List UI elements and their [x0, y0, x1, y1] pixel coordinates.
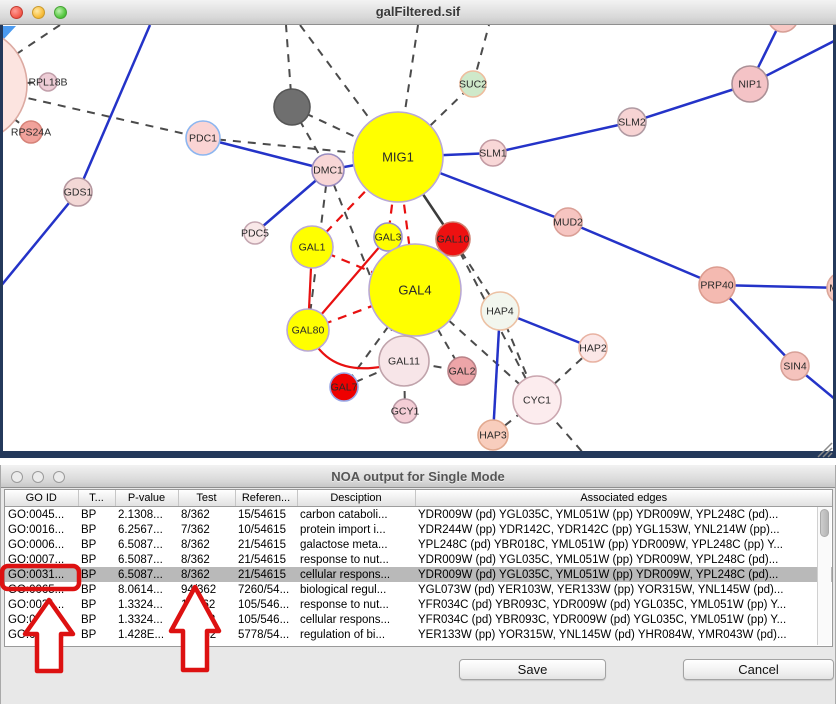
network-edge[interactable] — [568, 222, 717, 285]
node-label-RPL18B: RPL18B — [28, 77, 67, 89]
network-window-titlebar[interactable]: galFiltered.sif — [0, 0, 836, 25]
table-row[interactable]: GO:0045...BP2.1308...8/36215/54615carbon… — [5, 507, 832, 523]
node-label-HAP2: HAP2 — [579, 343, 607, 355]
node-label-GAL11: GAL11 — [388, 356, 420, 368]
table-row[interactable]: GO:0007...BP6.5087...8/36221/54615respon… — [5, 552, 832, 567]
node-label-SLM2: SLM2 — [618, 117, 646, 129]
edge-fragment — [3, 26, 16, 40]
network-edge[interactable] — [203, 138, 328, 170]
resize-grip[interactable] — [814, 441, 834, 459]
column-header-5[interactable]: Desciption — [297, 490, 415, 507]
network-node-GRAY[interactable] — [274, 89, 310, 125]
save-button[interactable]: Save — [459, 659, 606, 680]
node-label-GAL10: GAL10 — [437, 234, 470, 246]
node-label-SUC2: SUC2 — [459, 79, 487, 91]
table-row[interactable]: GO:0031...BP1.3324...11/362105/546...res… — [5, 597, 832, 612]
cancel-button[interactable]: Cancel — [683, 659, 834, 680]
network-edge[interactable] — [78, 25, 150, 192]
node-label-SLM1: SLM1 — [479, 148, 507, 160]
node-label-GAL1: GAL1 — [299, 242, 326, 254]
node-label-PRP40: PRP40 — [700, 280, 733, 292]
network-node-TOPNODE[interactable] — [768, 25, 798, 32]
column-header-4[interactable]: Referen... — [235, 490, 297, 507]
network-edge[interactable] — [3, 192, 78, 287]
table-row[interactable]: GO:0031...BP6.5087...8/36221/54615cellul… — [5, 567, 832, 582]
table-row[interactable]: GO:0016...BP6.2567...7/36210/54615protei… — [5, 522, 832, 537]
node-label-GAL3: GAL3 — [375, 232, 402, 244]
node-label-GAL4: GAL4 — [398, 283, 431, 298]
network-edge[interactable] — [493, 122, 632, 153]
node-label-GDS1: GDS1 — [64, 187, 93, 199]
node-label-PDC1: PDC1 — [189, 133, 217, 145]
node-label-GAL7: GAL7 — [331, 382, 358, 394]
column-header-1[interactable]: T... — [78, 490, 115, 507]
scrollbar-thumb[interactable] — [820, 509, 829, 537]
node-label-CYC1: CYC1 — [523, 395, 551, 407]
go-results-table: GO IDT...P-valueTestReferen...Desciption… — [4, 489, 833, 647]
network-graph[interactable]: RPL18B RPS24A GDS1 PDC1 MIG1 DMC1 SUC2 SLM1 SLM2… — [3, 25, 833, 451]
table-row[interactable]: GO:0050...BP1.428E...80/3625778/54...reg… — [5, 627, 832, 642]
noa-window-title: NOA output for Single Mode — [1, 469, 835, 484]
node-label-GAL80: GAL80 — [292, 325, 325, 337]
table-header-row[interactable]: GO IDT...P-valueTestReferen...Desciption… — [5, 490, 832, 507]
node-label-RPS24A: RPS24A — [11, 127, 51, 139]
network-window: galFiltered.sif RPL18B RPS24A GDS1 PDC1 MIG1… — [0, 0, 836, 465]
node-label-MUD2: MUD2 — [553, 217, 583, 229]
network-canvas[interactable]: RPL18B RPS24A GDS1 PDC1 MIG1 DMC1 SUC2 SLM1 SLM2… — [0, 25, 836, 458]
go-table: GO IDT...P-valueTestReferen...Desciption… — [5, 490, 832, 642]
table-row[interactable]: GO:0031...BP1.3324...11/362105/546...cel… — [5, 612, 832, 627]
noa-output-window: NOA output for Single Mode GO IDT...P-va… — [0, 465, 836, 704]
column-header-0[interactable]: GO ID — [5, 490, 78, 507]
node-label-PDC5: PDC5 — [241, 228, 269, 240]
node-label-DMC1: DMC1 — [313, 165, 343, 177]
table-scrollbar[interactable] — [817, 507, 831, 645]
column-header-3[interactable]: Test — [178, 490, 235, 507]
node-label-HAP4: HAP4 — [486, 306, 514, 318]
table-row[interactable]: GO:0065...BP8.0614...94/3627260/54...bio… — [5, 582, 832, 597]
node-label-MSL5: MSL5 — [829, 283, 833, 295]
noa-window-titlebar[interactable]: NOA output for Single Mode — [1, 465, 835, 488]
node-label-SIN4: SIN4 — [783, 361, 807, 373]
column-header-2[interactable]: P-value — [115, 490, 178, 507]
network-window-title: galFiltered.sif — [0, 4, 836, 19]
column-header-6[interactable]: Associated edges — [415, 490, 832, 507]
node-label-HAP3: HAP3 — [479, 430, 507, 442]
node-label-MIG1: MIG1 — [382, 150, 414, 165]
table-row[interactable]: GO:0006...BP6.5087...8/36221/54615galact… — [5, 537, 832, 552]
node-label-GAL2: GAL2 — [449, 366, 476, 378]
node-label-GCY1: GCY1 — [391, 406, 420, 418]
node-label-NIP1: NIP1 — [738, 79, 762, 91]
